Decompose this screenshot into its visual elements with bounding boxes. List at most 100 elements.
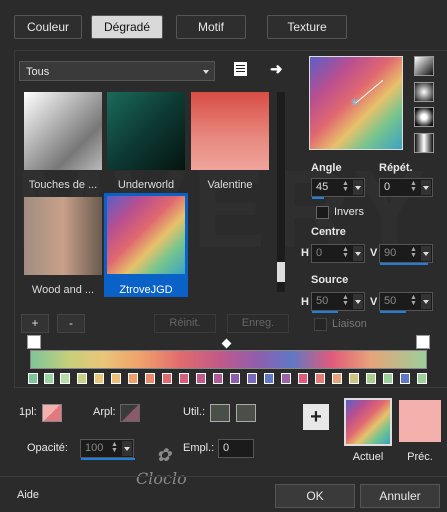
rectangular-gradient-icon[interactable] <box>414 82 434 102</box>
color-stop-marker[interactable] <box>44 373 54 384</box>
chevron-down-icon[interactable] <box>353 294 363 309</box>
cloclo-watermark: ✿ Cloclo <box>120 445 200 495</box>
gradient-thumb-underworld[interactable] <box>107 92 185 170</box>
pl-label: 1pl: <box>19 406 37 418</box>
previous-swatch[interactable] <box>399 400 441 442</box>
color-stop-marker[interactable] <box>332 373 342 384</box>
opacity-value: 100 <box>85 442 104 454</box>
color-stop-marker[interactable] <box>213 373 223 384</box>
start-opacity-marker[interactable] <box>27 335 41 349</box>
color-stop-marker[interactable] <box>60 373 70 384</box>
spin-arrows-icon[interactable]: ▲ ▼ <box>111 441 120 455</box>
color-stop-marker[interactable] <box>162 373 172 384</box>
add-gradient-button[interactable]: + <box>21 314 49 333</box>
sunburst-gradient-icon[interactable] <box>414 133 434 153</box>
tab-couleur[interactable]: Couleur <box>14 15 82 39</box>
tab-texture[interactable]: Texture <box>267 15 347 39</box>
color-stop-marker[interactable] <box>145 373 155 384</box>
color-stops-row <box>28 368 427 384</box>
scrollbar-handle[interactable] <box>277 262 285 282</box>
spin-arrows-icon[interactable]: ▲ ▼ <box>342 294 351 308</box>
value-slider-underline <box>312 311 338 313</box>
watermark-text: Cloclo <box>136 469 187 488</box>
gradient-label: ZtroveJGD <box>119 284 173 296</box>
color-stop-marker[interactable] <box>230 373 240 384</box>
source-v-label: V <box>370 296 378 308</box>
chevron-down-icon[interactable] <box>353 246 363 261</box>
cancel-button[interactable]: Annuler <box>360 484 440 508</box>
color-stop-marker[interactable] <box>94 373 104 384</box>
category-select[interactable]: Tous <box>19 61 215 81</box>
spin-arrows-icon[interactable]: ▲ ▼ <box>410 246 419 260</box>
center-v-input[interactable]: 90 ▲ ▼ <box>379 244 433 265</box>
color-stop-marker[interactable] <box>247 373 257 384</box>
chevron-down-icon[interactable] <box>353 180 363 195</box>
source-v-input[interactable]: 50 ▲ ▼ <box>379 292 433 313</box>
radial-gradient-icon[interactable] <box>414 107 434 127</box>
color-stop-marker[interactable] <box>196 373 206 384</box>
user-color-swatch-1[interactable] <box>210 404 230 422</box>
color-stop-marker[interactable] <box>179 373 189 384</box>
chevron-down-icon[interactable] <box>421 246 431 261</box>
gradient-thumb-touches[interactable] <box>24 92 102 170</box>
center-handle-icon[interactable]: ✳ <box>350 98 360 109</box>
repeat-value: 0 <box>384 181 391 193</box>
linear-gradient-icon[interactable] <box>414 56 434 76</box>
color-stop-marker[interactable] <box>349 373 359 384</box>
tab-motif[interactable]: Motif <box>176 15 246 39</box>
foreground-stop-swatch[interactable] <box>42 404 62 422</box>
color-stop-marker[interactable] <box>400 373 410 384</box>
opacity-label: Opacité: <box>27 442 68 454</box>
color-stop-marker[interactable] <box>111 373 121 384</box>
source-h-input[interactable]: 50 ▲ ▼ <box>311 292 365 313</box>
gradient-thumb-ztrovejgd[interactable] <box>107 196 185 274</box>
source-h-value: 50 <box>316 295 329 307</box>
center-v-label: V <box>370 247 378 259</box>
color-stop-marker[interactable] <box>77 373 87 384</box>
add-to-swatches-button[interactable]: + <box>303 404 329 430</box>
current-swatch[interactable] <box>344 398 392 446</box>
tab-degrade[interactable]: Dégradé <box>91 15 163 39</box>
util-label: Util.: <box>183 406 205 418</box>
color-stop-marker[interactable] <box>298 373 308 384</box>
location-value: 0 <box>223 442 230 454</box>
color-stop-marker[interactable] <box>28 373 38 384</box>
color-stop-marker[interactable] <box>417 373 427 384</box>
spin-arrows-icon[interactable]: ▲ ▼ <box>410 180 419 194</box>
chevron-down-icon <box>203 70 209 74</box>
color-stop-marker[interactable] <box>315 373 325 384</box>
arrow-right-icon[interactable]: ➜ <box>270 60 283 78</box>
chevron-down-icon[interactable] <box>421 294 431 309</box>
gradient-editor-bar[interactable] <box>30 350 427 369</box>
color-stop-marker[interactable] <box>281 373 291 384</box>
background-stop-swatch[interactable] <box>120 404 140 422</box>
thumbnail-scrollbar[interactable] <box>277 92 285 292</box>
remove-gradient-button[interactable]: - <box>57 314 85 333</box>
help-button[interactable]: Aide <box>17 489 39 501</box>
angle-input[interactable]: 45 ▲ ▼ <box>311 178 365 199</box>
chevron-down-icon[interactable] <box>421 180 431 195</box>
save-button[interactable]: Enreg. <box>227 314 289 333</box>
color-stop-marker[interactable] <box>366 373 376 384</box>
color-stop-marker[interactable] <box>128 373 138 384</box>
gradient-thumb-valentine[interactable] <box>191 92 269 170</box>
spin-arrows-icon[interactable]: ▲ ▼ <box>342 180 351 194</box>
repeat-input[interactable]: 0 ▲ ▼ <box>379 178 433 197</box>
user-color-swatch-2[interactable] <box>236 404 256 422</box>
gradient-preview[interactable]: ✳ <box>309 56 403 150</box>
ok-button[interactable]: OK <box>275 484 355 508</box>
gradient-thumb-wood[interactable] <box>24 197 102 275</box>
location-input[interactable]: 0 <box>218 439 254 458</box>
source-v-value: 50 <box>384 295 397 307</box>
color-stop-marker[interactable] <box>383 373 393 384</box>
spin-arrows-icon[interactable]: ▲ ▼ <box>410 294 419 308</box>
center-h-input[interactable]: 0 ▲ ▼ <box>311 244 365 263</box>
repeat-label: Répét. <box>379 162 413 174</box>
list-view-icon[interactable] <box>234 62 247 76</box>
link-checkbox[interactable] <box>314 318 327 331</box>
color-stop-marker[interactable] <box>264 373 274 384</box>
invert-checkbox[interactable] <box>316 206 329 219</box>
reset-button[interactable]: Réinit. <box>154 314 216 333</box>
spin-arrows-icon[interactable]: ▲ ▼ <box>342 246 351 260</box>
end-opacity-marker[interactable] <box>416 335 430 349</box>
